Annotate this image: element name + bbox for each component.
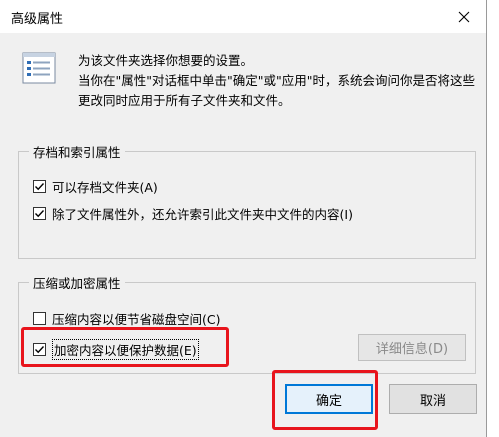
ok-button[interactable]: 确定 [285, 384, 373, 414]
close-button[interactable] [442, 0, 486, 33]
archive-label: 可以存档文件夹(A) [52, 180, 158, 195]
checkmark-icon [35, 210, 45, 218]
group-title: 存档和索引属性 [29, 142, 125, 161]
intro-text: 为该文件夹选择你想要的设置。 当你在"属性"对话框中单击"确定"或"应用"时，系… [78, 51, 475, 111]
encrypt-label: 加密内容以便保护数据(E) [52, 339, 199, 360]
close-icon [458, 11, 470, 22]
advanced-attributes-dialog: 高级属性 为该文件夹选择你想要的设置。 当你在"属性"对话框中单击"确定"或"应… [0, 0, 487, 437]
intro-line: 为该文件夹选择你想要的设置。 [78, 53, 254, 68]
title-bar: 高级属性 [0, 0, 486, 33]
compress-checkbox[interactable] [33, 312, 46, 325]
encrypt-checkbox-row[interactable]: 加密内容以便保护数据(E) [33, 339, 199, 360]
archive-index-group: 存档和索引属性 可以存档文件夹(A) 除了文件属性外，还允许索引此文件夹中文件的… [18, 142, 476, 259]
compress-label: 压缩内容以便节省磁盘空间(C) [52, 312, 221, 327]
details-button[interactable]: 详细信息(D) [358, 334, 466, 361]
index-label: 除了文件属性外，还允许索引此文件夹中文件的内容(I) [52, 207, 353, 222]
index-checkbox[interactable] [33, 207, 46, 220]
archive-checkbox[interactable] [33, 180, 46, 193]
intro-line: 更改同时应用于所有子文件夹和文件。 [78, 93, 291, 108]
archive-checkbox-row[interactable]: 可以存档文件夹(A) [33, 177, 158, 196]
checkmark-icon [35, 183, 45, 191]
background-window-edge [487, 0, 499, 437]
window-title: 高级属性 [11, 12, 64, 27]
cancel-button[interactable]: 取消 [389, 384, 477, 414]
index-checkbox-row[interactable]: 除了文件属性外，还允许索引此文件夹中文件的内容(I) [33, 204, 353, 223]
encrypt-checkbox[interactable] [33, 343, 46, 356]
compress-checkbox-row[interactable]: 压缩内容以便节省磁盘空间(C) [33, 309, 220, 328]
checkmark-icon [35, 346, 45, 354]
intro-line: 当你在"属性"对话框中单击"确定"或"应用"时，系统会询问你是否将这些 [78, 73, 475, 88]
group-title: 压缩或加密属性 [29, 273, 125, 292]
settings-list-icon [22, 52, 56, 84]
